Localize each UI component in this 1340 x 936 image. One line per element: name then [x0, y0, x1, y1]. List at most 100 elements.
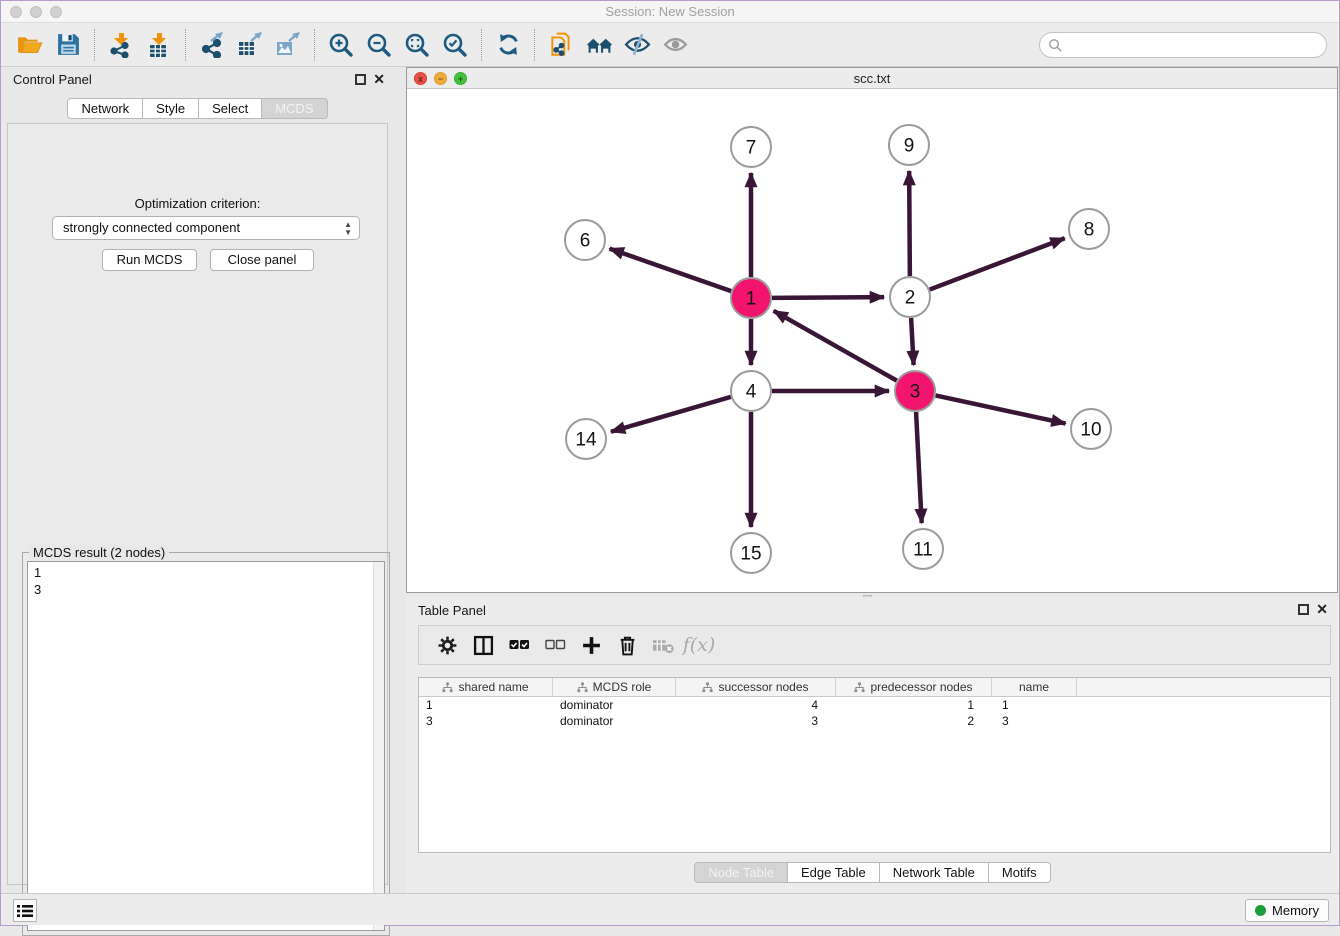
graph-edge-3-10[interactable]: [936, 395, 1066, 423]
export-image-button[interactable]: [269, 26, 307, 64]
apply-layout-button[interactable]: [489, 26, 527, 64]
trash-icon: [617, 634, 638, 656]
gear-icon: [437, 635, 458, 656]
tab-network[interactable]: Network: [67, 98, 143, 119]
zoom-in-button[interactable]: [322, 26, 360, 64]
fx-icon: f(x): [683, 634, 716, 656]
duplicate-network-button[interactable]: [542, 26, 580, 64]
list-icon: [17, 904, 33, 918]
graph-edge-1-2[interactable]: [772, 297, 884, 298]
graph-node-14[interactable]: 14: [566, 419, 606, 459]
table-panel-title: Table Panel: [418, 603, 486, 618]
graph-node-15[interactable]: 15: [731, 533, 771, 573]
save-floppy-icon: [56, 32, 81, 57]
result-scrollbar[interactable]: [373, 562, 384, 930]
graph-node-4[interactable]: 4: [731, 371, 771, 411]
graph-node-1[interactable]: 1: [731, 278, 771, 318]
float-panel-icon[interactable]: [1298, 604, 1309, 615]
delete-column-button[interactable]: [609, 628, 645, 662]
deselect-all-button[interactable]: [537, 628, 573, 662]
function-builder-button[interactable]: f(x): [681, 628, 717, 662]
column-header-predecessor-nodes[interactable]: predecessor nodes: [836, 678, 992, 696]
duplicate-network-icon: [548, 32, 574, 58]
column-layout-icon: [473, 635, 494, 656]
graph-node-10[interactable]: 10: [1071, 409, 1111, 449]
zoom-selected-button[interactable]: [436, 26, 474, 64]
close-panel-icon[interactable]: ✕: [1316, 602, 1328, 616]
graph-edge-2-9[interactable]: [909, 171, 910, 276]
column-type-icon: [442, 682, 453, 693]
graph-node-9[interactable]: 9: [889, 125, 929, 165]
graph-edge-3-1[interactable]: [774, 311, 897, 381]
close-panel-button[interactable]: Close panel: [210, 249, 314, 271]
import-table-button[interactable]: [140, 26, 178, 64]
network-window-titlebar[interactable]: x − + scc.txt: [407, 68, 1337, 89]
hide-selected-button[interactable]: [618, 26, 656, 64]
table-cell: 3: [676, 713, 836, 729]
column-header-MCDS-role[interactable]: MCDS role: [553, 678, 676, 696]
task-history-button[interactable]: [13, 899, 37, 922]
column-type-icon: [577, 682, 588, 693]
svg-text:6: 6: [580, 231, 591, 252]
graph-edge-2-8[interactable]: [930, 238, 1065, 289]
zoom-out-button[interactable]: [360, 26, 398, 64]
graph-node-8[interactable]: 8: [1069, 209, 1109, 249]
table-settings-button[interactable]: [429, 628, 465, 662]
close-panel-icon[interactable]: ✕: [373, 72, 385, 86]
column-header-label: MCDS role: [593, 680, 652, 694]
column-header-successor-nodes[interactable]: successor nodes: [676, 678, 836, 696]
graph-node-3[interactable]: 3: [895, 371, 935, 411]
graph-edge-2-3[interactable]: [911, 318, 914, 365]
search-input[interactable]: [1063, 35, 1326, 55]
memory-button[interactable]: Memory: [1245, 899, 1329, 922]
import-table-icon: [146, 32, 172, 58]
tab-node-table[interactable]: Node Table: [694, 862, 788, 883]
import-network-button[interactable]: [102, 26, 140, 64]
export-network-button[interactable]: [193, 26, 231, 64]
svg-text:1: 1: [746, 289, 757, 310]
tab-select[interactable]: Select: [199, 98, 262, 119]
network-canvas[interactable]: 7 9 6 8 1 2 4 3 14 10 15 11: [407, 89, 1337, 592]
zoom-in-icon: [328, 32, 354, 58]
mcds-result-lines: 1 3: [34, 564, 370, 598]
graph-edge-4-14[interactable]: [611, 397, 731, 432]
zoom-fit-button[interactable]: [398, 26, 436, 64]
show-all-button[interactable]: [656, 26, 694, 64]
toolbar-separator: [534, 29, 535, 61]
run-mcds-button[interactable]: Run MCDS: [102, 249, 197, 271]
open-session-button[interactable]: [11, 26, 49, 64]
tab-style[interactable]: Style: [143, 98, 199, 119]
optimization-criterion-select[interactable]: strongly connected component ▲▼: [52, 216, 360, 240]
hide-eye-icon: [624, 31, 651, 58]
status-bar: Memory: [1, 893, 1339, 925]
tab-network-table[interactable]: Network Table: [880, 862, 989, 883]
houses-icon: [586, 31, 613, 58]
column-header-shared-name[interactable]: shared name: [419, 678, 553, 696]
graph-edge-3-11[interactable]: [916, 412, 922, 523]
table-row[interactable]: 3dominator323: [419, 713, 1330, 729]
optimization-criterion-label: Optimization criterion:: [8, 196, 387, 211]
table-panel: Table Panel ✕: [406, 597, 1339, 895]
graph-edge-1-6[interactable]: [610, 249, 732, 291]
graph-node-7[interactable]: 7: [731, 127, 771, 167]
column-layout-button[interactable]: [465, 628, 501, 662]
tab-edge-table[interactable]: Edge Table: [788, 862, 880, 883]
select-all-button[interactable]: [501, 628, 537, 662]
table-row[interactable]: 1dominator411: [419, 697, 1330, 713]
table-cell: 1: [836, 697, 992, 713]
svg-text:2: 2: [905, 288, 916, 309]
graph-node-11[interactable]: 11: [903, 529, 943, 569]
first-neighbors-button[interactable]: [580, 26, 618, 64]
graph-node-6[interactable]: 6: [565, 220, 605, 260]
export-table-button[interactable]: [231, 26, 269, 64]
mcds-result-textarea[interactable]: 1 3: [27, 561, 385, 931]
add-column-button[interactable]: [573, 628, 609, 662]
tab-motifs[interactable]: Motifs: [989, 862, 1051, 883]
column-header-name[interactable]: name: [992, 678, 1077, 696]
save-session-button[interactable]: [49, 26, 87, 64]
graph-node-2[interactable]: 2: [890, 277, 930, 317]
float-panel-icon[interactable]: [355, 74, 366, 85]
tab-mcds[interactable]: MCDS: [262, 98, 327, 119]
import-network-icon: [108, 32, 134, 58]
delete-table-button[interactable]: [645, 628, 681, 662]
